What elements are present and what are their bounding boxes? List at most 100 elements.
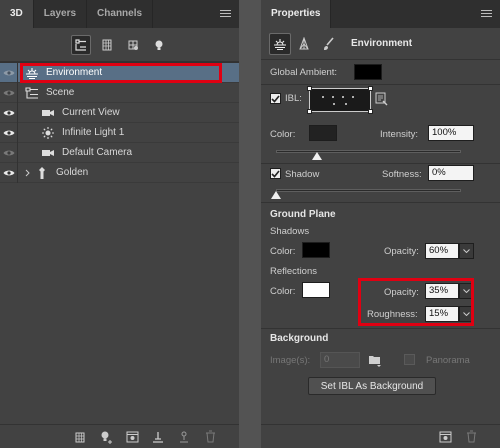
ibl-label: IBL: (285, 93, 302, 104)
tree-item-default-camera[interactable]: Default Camera (0, 142, 239, 163)
visibility-eye-icon[interactable] (0, 162, 18, 183)
shadows-opacity-input[interactable]: 60% (425, 243, 459, 259)
tab-layers[interactable]: Layers (34, 0, 88, 28)
divider (261, 163, 500, 164)
render-icon[interactable] (125, 430, 139, 444)
properties-bottom-bar (261, 424, 500, 448)
properties-header: Environment (261, 28, 500, 60)
panel-tab-bar: 3D Layers Channels (0, 0, 239, 28)
scene-mesh-icon[interactable] (293, 33, 315, 55)
ground-plane-icon[interactable] (151, 430, 165, 444)
reflections-color-swatch[interactable] (302, 282, 330, 298)
visibility-eye-icon[interactable] (0, 82, 18, 103)
brush-icon[interactable] (317, 33, 339, 55)
folder-icon[interactable] (368, 353, 382, 370)
properties-panel: Properties Environment Global Ambient: I… (261, 0, 500, 448)
divider (261, 328, 500, 329)
shadows-label: Shadows (270, 226, 310, 237)
intensity-input[interactable]: 100% (428, 125, 474, 141)
lights-icon[interactable] (149, 35, 169, 55)
visibility-eye-icon[interactable] (0, 142, 18, 163)
tree-item-scene[interactable]: Scene (0, 82, 239, 103)
shadow-checkbox[interactable] (270, 168, 281, 179)
softness-slider-knob[interactable] (271, 191, 281, 199)
shadow-label: Shadow (285, 169, 320, 180)
constraint-icon[interactable] (177, 430, 191, 444)
ibl-options-icon[interactable] (375, 92, 388, 109)
tree-item-environment[interactable]: Environment (0, 62, 239, 83)
visibility-eye-icon[interactable] (0, 122, 18, 143)
tree-item-label: Scene (46, 87, 75, 98)
camera-icon (40, 146, 56, 160)
tree-item-label: Environment (46, 67, 103, 78)
panel-menu-icon[interactable] (220, 10, 231, 18)
intensity-label: Intensity: (380, 129, 419, 140)
3d-panel: 3D Layers Channels Environment Scene Cur… (0, 0, 239, 448)
3d-panel-bottom-bar (0, 424, 239, 448)
reflections-color-label: Color: (270, 286, 296, 297)
trash-icon[interactable] (464, 430, 478, 444)
chevron-down-icon[interactable] (459, 283, 474, 299)
chevron-down-icon[interactable] (459, 243, 474, 259)
divider (261, 202, 500, 203)
ibl-preview[interactable] (307, 86, 373, 114)
panel-menu-icon[interactable] (481, 10, 492, 18)
images-count-input[interactable]: 0 (320, 352, 360, 368)
background-title: Background (270, 333, 329, 344)
scene-icon (24, 86, 40, 100)
tab-properties[interactable]: Properties (261, 0, 332, 28)
shadows-opacity-label: Opacity: (384, 246, 419, 257)
panorama-label: Panorama (426, 355, 470, 366)
whole-scene-icon[interactable] (70, 34, 91, 55)
roughness-label: Roughness: (367, 309, 418, 320)
ground-plane-title: Ground Plane (270, 209, 336, 220)
chevron-down-icon[interactable] (459, 306, 474, 322)
tree-item-golden[interactable]: Golden (0, 162, 239, 183)
shadows-color-swatch[interactable] (302, 242, 330, 258)
properties-tab-bar: Properties (261, 0, 500, 28)
mesh-icon (34, 166, 50, 180)
ibl-color-label: Color: (270, 129, 296, 140)
panorama-checkbox[interactable] (404, 354, 415, 365)
visibility-eye-icon[interactable] (0, 62, 18, 83)
tree-item-infinite-light[interactable]: Infinite Light 1 (0, 122, 239, 143)
tab-channels[interactable]: Channels (87, 0, 154, 28)
tree-item-label: Default Camera (62, 147, 133, 158)
new-light-icon[interactable] (99, 430, 113, 444)
reflections-label: Reflections (270, 266, 317, 277)
scene-filter-bar (0, 28, 239, 62)
divider (261, 84, 500, 85)
reflections-opacity-label: Opacity: (384, 287, 419, 298)
softness-label: Softness: (382, 169, 422, 180)
meshes-icon[interactable] (97, 35, 117, 55)
trash-icon[interactable] (203, 430, 217, 444)
intensity-slider-track[interactable] (276, 150, 461, 153)
tab-3d[interactable]: 3D (0, 0, 34, 28)
set-ibl-as-background-button[interactable]: Set IBL As Background (308, 377, 436, 395)
camera-icon (40, 106, 56, 120)
softness-input[interactable]: 0% (428, 165, 474, 181)
new-mesh-icon[interactable] (73, 430, 87, 444)
environment-icon[interactable] (269, 32, 291, 55)
render-icon[interactable] (438, 430, 452, 444)
images-label: Image(s): (270, 355, 311, 366)
ibl-color-swatch[interactable] (309, 125, 337, 141)
shadows-color-label: Color: (270, 246, 296, 257)
roughness-input[interactable]: 15% (425, 306, 459, 322)
softness-slider-track[interactable] (276, 189, 461, 192)
intensity-slider-knob[interactable] (311, 152, 322, 160)
tree-item-label: Infinite Light 1 (62, 127, 125, 138)
environment-icon (24, 66, 40, 80)
visibility-eye-icon[interactable] (0, 102, 18, 123)
tree-item-current-view[interactable]: Current View (0, 102, 239, 123)
properties-title: Environment (351, 38, 413, 49)
scene-tree: Environment Scene Current View Infinite … (0, 62, 239, 183)
global-ambient-label: Global Ambient: (270, 67, 338, 78)
expand-chevron-icon[interactable] (22, 169, 32, 177)
ibl-checkbox[interactable] (270, 93, 281, 104)
reflections-opacity-input[interactable]: 35% (425, 283, 459, 299)
tree-item-label: Current View (62, 107, 120, 118)
materials-icon[interactable] (123, 35, 143, 55)
global-ambient-swatch[interactable] (354, 64, 382, 80)
tree-item-label: Golden (56, 167, 89, 178)
